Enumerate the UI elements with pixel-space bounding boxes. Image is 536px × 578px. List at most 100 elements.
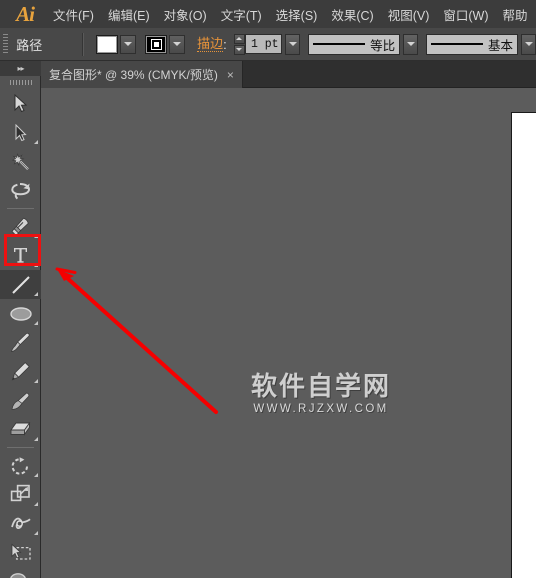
triangle-down-icon [236, 48, 243, 51]
selection-arrow-icon [14, 94, 28, 113]
variable-width-profile-combo[interactable]: 等比 [308, 33, 401, 55]
tool-selection-tool[interactable] [0, 89, 41, 118]
stroke-weight-label[interactable]: 描边 [197, 36, 224, 52]
lasso-icon [11, 182, 31, 199]
stepper-up-button[interactable] [233, 33, 245, 44]
flyout-corner-icon [34, 473, 38, 477]
artboard[interactable] [511, 112, 536, 578]
tool-ellipse-tool[interactable] [0, 299, 41, 328]
tool-rotate-tool[interactable] [0, 451, 41, 480]
toolbox-grip[interactable] [0, 76, 41, 89]
chevron-down-icon [124, 42, 133, 46]
brush-definition-value: 基本 [488, 38, 514, 53]
flyout-corner-icon [34, 263, 38, 267]
tool-width-tool[interactable] [0, 509, 41, 538]
menu-select[interactable]: 选择(S) [269, 0, 325, 28]
shape-builder-icon [10, 573, 26, 578]
type-t-icon [14, 248, 27, 263]
flyout-corner-icon [34, 437, 38, 441]
flyout-corner-icon [34, 292, 38, 296]
blob-brush-icon [11, 392, 30, 410]
stroke-weight-dropdown[interactable] [285, 33, 301, 55]
selection-context-label: 路径 [16, 37, 43, 53]
stroke-weight-input[interactable]: 1 pt [244, 34, 283, 54]
tool-lasso-tool[interactable] [0, 176, 41, 205]
flyout-corner-icon [34, 140, 38, 144]
stroke-color-swatch[interactable] [145, 34, 168, 54]
canvas-area[interactable] [41, 88, 536, 578]
tool-pen-tool[interactable] [0, 212, 41, 241]
stroke-inner-square [150, 38, 162, 50]
document-tab-strip: 复合图形* @ 39% (CMYK/预览) × [0, 61, 536, 88]
stepper-down-button[interactable] [233, 44, 245, 55]
chevron-down-icon [173, 42, 182, 46]
tool-eraser-tool[interactable] [0, 415, 41, 444]
tool-type-tool[interactable] [0, 241, 41, 270]
ellipse-icon [9, 306, 32, 321]
app-logo-icon: Ai [16, 1, 35, 26]
toolbox-panel: ▸▸ [0, 61, 41, 578]
fill-color-swatch[interactable] [96, 34, 119, 54]
illustrator-window: Ai 文件(F) 编辑(E) 对象(O) 文字(T) 选择(S) 效果(C) 视… [0, 0, 536, 578]
menu-object[interactable]: 对象(O) [157, 0, 214, 28]
options-bar-grip[interactable] [0, 28, 11, 61]
paintbrush-icon [11, 332, 30, 353]
tool-free-transform-tool[interactable] [0, 538, 41, 567]
fill-swatch-dropdown[interactable] [120, 34, 137, 54]
flyout-corner-icon [34, 531, 38, 535]
brush-definition-combo[interactable]: 基本 [426, 33, 519, 55]
flyout-corner-icon [34, 321, 38, 325]
toolbox-divider [6, 447, 34, 448]
variable-width-profile-dropdown[interactable] [403, 33, 419, 55]
tool-paintbrush-tool[interactable] [0, 328, 41, 357]
toolbox-divider [6, 208, 34, 209]
tool-scale-tool[interactable] [0, 480, 41, 509]
stroke-swatch-group[interactable] [145, 34, 186, 54]
divider [82, 32, 85, 56]
tool-line-segment-tool[interactable] [0, 270, 41, 299]
pencil-icon [11, 362, 30, 381]
menu-bar: Ai 文件(F) 编辑(E) 对象(O) 文字(T) 选择(S) 效果(C) 视… [0, 0, 536, 28]
menu-edit[interactable]: 编辑(E) [101, 0, 157, 28]
fill-swatch-group[interactable] [96, 34, 137, 54]
menu-effect[interactable]: 效果(C) [324, 0, 380, 28]
document-tab[interactable]: 复合图形* @ 39% (CMYK/预览) × [41, 61, 243, 88]
chevron-down-icon [406, 42, 415, 46]
rotate-icon [11, 456, 28, 475]
tool-magic-wand-tool[interactable] [0, 147, 41, 176]
menu-view[interactable]: 视图(V) [381, 0, 437, 28]
brush-preview-line [431, 43, 484, 45]
menu-type[interactable]: 文字(T) [214, 0, 269, 28]
direct-selection-arrow-icon [15, 123, 27, 141]
double-chevron-right-icon: ▸▸ [17, 64, 24, 73]
menu-window[interactable]: 窗口(W) [436, 0, 495, 28]
flyout-corner-icon [34, 379, 38, 383]
document-tab-title: 复合图形* @ 39% (CMYK/预览) [49, 68, 218, 82]
tool-shape-builder-tool[interactable] [0, 567, 41, 578]
width-tool-icon [10, 517, 31, 529]
stroke-label-colon: : [223, 36, 227, 52]
eraser-icon [10, 421, 31, 436]
menu-file[interactable]: 文件(F) [46, 0, 101, 28]
tool-direct-selection-tool[interactable] [0, 118, 41, 147]
menu-help[interactable]: 帮助 [496, 0, 535, 28]
stroke-swatch-dropdown[interactable] [169, 34, 186, 54]
flyout-corner-icon [34, 502, 38, 506]
tool-pencil-tool[interactable] [0, 357, 41, 386]
line-segment-icon [11, 275, 30, 294]
magic-wand-icon [11, 153, 29, 170]
scale-icon [10, 484, 30, 502]
pen-nib-icon [11, 217, 29, 236]
toolbox-collapse-button[interactable]: ▸▸ [0, 61, 41, 76]
flyout-corner-icon [34, 234, 38, 238]
stroke-weight-stepper[interactable] [233, 33, 245, 55]
close-icon[interactable]: × [227, 68, 234, 82]
control-options-bar: 路径 描边 : 1 pt 等比 基本 [0, 28, 536, 61]
width-profile-preview-line [313, 43, 366, 45]
brush-definition-dropdown[interactable] [521, 33, 536, 55]
variable-width-profile-value: 等比 [370, 38, 396, 53]
chevron-down-icon [524, 42, 533, 46]
free-transform-icon [11, 542, 31, 560]
tool-blob-brush-tool[interactable] [0, 386, 41, 415]
chevron-down-icon [288, 42, 297, 46]
